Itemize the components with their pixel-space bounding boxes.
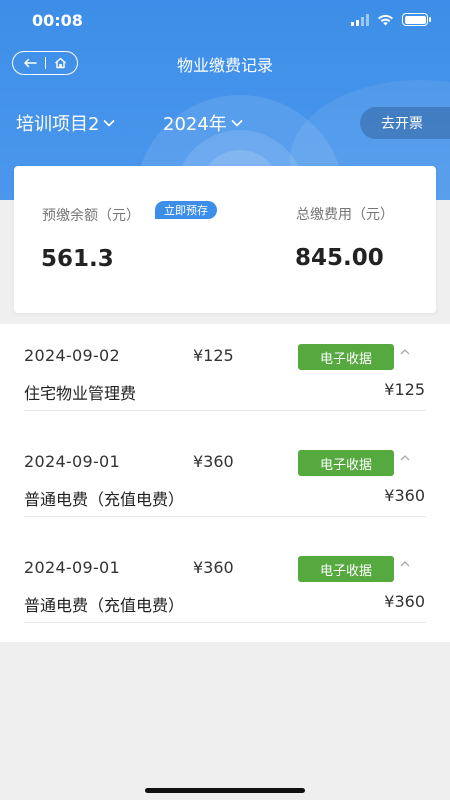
status-bar: 00:08 [0,0,450,44]
summary-card: 预缴余额（元） 立即预存 561.3 总缴费用（元） 845.00 [14,166,436,313]
record-amount: ¥360 [193,452,234,471]
record-row: 2024-09-01 ¥360 电子收据 普通电费（充值电费） ¥360 [0,536,450,642]
record-item-name: 住宅物业管理费 [24,384,137,403]
chevron-up-icon[interactable] [399,346,411,358]
recharge-button[interactable]: 立即预存 [155,201,217,219]
battery-icon [402,13,431,26]
record-amount: ¥125 [193,346,234,365]
chevron-down-icon [231,119,243,127]
divider [24,516,426,517]
prepay-balance-value: 561.3 [41,246,114,272]
wifi-icon [378,14,393,25]
year-selector[interactable]: 2024年 [163,110,243,136]
chevron-up-icon[interactable] [399,452,411,464]
record-amount: ¥360 [193,558,234,577]
total-paid-value: 845.00 [295,245,384,271]
record-item-amount: ¥125 [384,380,425,399]
status-time: 00:08 [32,11,83,30]
record-item-name: 普通电费（充值电费） [24,490,185,509]
e-receipt-button[interactable]: 电子收据 [298,450,394,476]
record-item-amount: ¥360 [384,592,425,611]
record-item-amount: ¥360 [384,486,425,505]
home-indicator [145,788,305,793]
divider [24,622,426,623]
chevron-down-icon [103,119,116,127]
status-icons [351,13,431,26]
e-receipt-button[interactable]: 电子收据 [298,556,394,582]
project-selector[interactable]: 培训项目2 [16,110,116,136]
record-item-name: 普通电费（充值电费） [24,596,185,615]
project-label: 培训项目2 [16,114,100,135]
record-row: 2024-09-01 ¥360 电子收据 普通电费（充值电费） ¥360 [0,430,450,536]
record-row: 2024-09-02 ¥125 电子收据 住宅物业管理费 ¥125 [0,324,450,430]
total-paid-label: 总缴费用（元） [296,207,394,223]
payment-record-list: 2024-09-02 ¥125 电子收据 住宅物业管理费 ¥125 2024-0… [0,324,450,642]
e-receipt-button[interactable]: 电子收据 [298,344,394,370]
chevron-up-icon[interactable] [399,558,411,570]
divider [24,410,426,411]
prepay-balance-label: 预缴余额（元） [42,208,140,224]
year-label: 2024年 [163,114,227,135]
record-date: 2024-09-02 [24,346,120,365]
record-date: 2024-09-01 [24,452,120,471]
record-date: 2024-09-01 [24,558,120,577]
page-title: 物业缴费记录 [176,56,273,75]
invoice-button[interactable]: 去开票 [360,107,450,139]
cellular-signal-icon [351,13,369,26]
